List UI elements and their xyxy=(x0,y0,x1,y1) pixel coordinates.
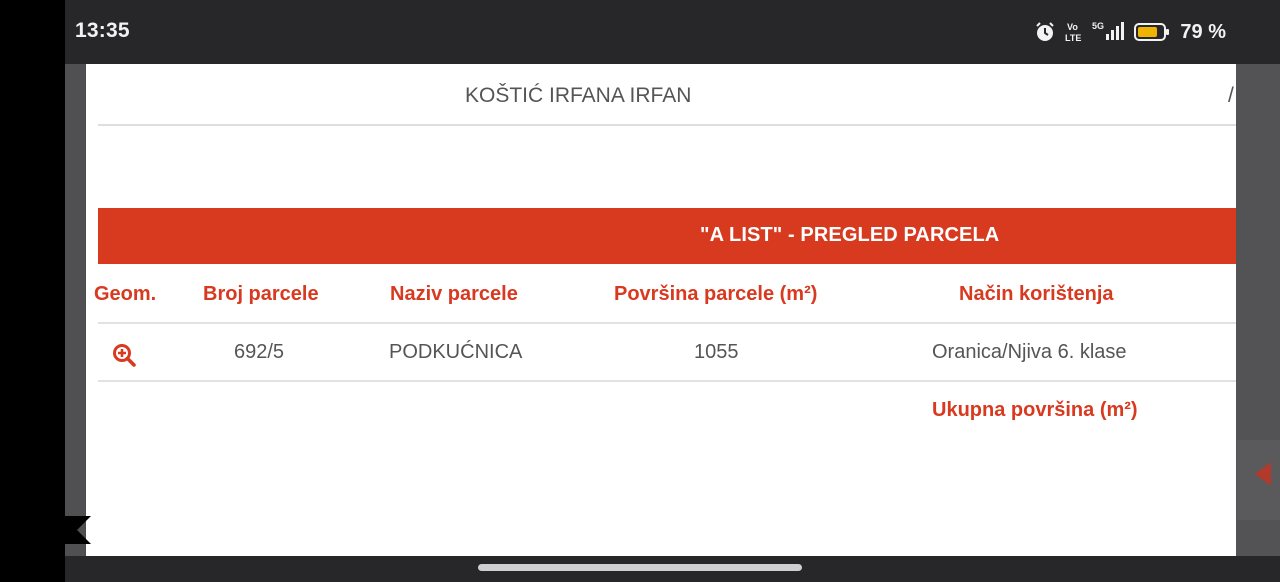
alarm-icon xyxy=(1036,22,1055,41)
status-time: 13:35 xyxy=(75,19,130,42)
chevron-left-icon[interactable] xyxy=(63,516,91,544)
svg-text:Vo: Vo xyxy=(1067,22,1078,32)
header-divider xyxy=(98,322,1236,324)
parcel-modal: KOŠTIĆ IRFANA IRFAN / "A LIST" - PREGLED… xyxy=(86,64,1236,556)
recaptcha-badge[interactable] xyxy=(1237,440,1280,520)
volte-icon: Vo LTE xyxy=(1065,22,1081,43)
svg-text:5G: 5G xyxy=(1092,21,1104,31)
5g-signal-icon: 5G xyxy=(1092,21,1125,40)
column-header-naziv-parcele: Naziv parcele xyxy=(390,283,518,305)
cell-nacin-koristenja: Oranica/Njiva 6. klase xyxy=(932,341,1127,363)
total-area-label: Ukupna površina (m²) xyxy=(932,399,1138,421)
cell-povrsina-parcele: 1055 xyxy=(694,341,739,363)
column-header-nacin-koristenja: Način korištenja xyxy=(959,283,1114,305)
zoom-in-icon[interactable] xyxy=(112,343,136,367)
owner-trailing-text: / xyxy=(1228,84,1234,107)
svg-text:LTE: LTE xyxy=(1065,33,1081,43)
column-header-broj-parcele: Broj parcele xyxy=(203,283,319,305)
gesture-handle[interactable] xyxy=(478,564,802,571)
section-title: "A LIST" - PREGLED PARCELA xyxy=(700,224,1000,246)
screen-left-edge xyxy=(0,0,65,582)
recaptcha-arrow-icon xyxy=(1255,462,1271,486)
row-divider xyxy=(98,380,1236,382)
owner-name: KOŠTIĆ IRFANA IRFAN xyxy=(465,84,692,107)
owner-row: KOŠTIĆ IRFANA IRFAN / xyxy=(98,64,1236,126)
status-bar: 13:35 Vo LTE 5G 79 % xyxy=(65,0,1280,64)
cell-broj-parcele: 692/5 xyxy=(234,341,285,363)
column-header-povrsina-parcele: Površina parcele (m²) xyxy=(614,283,818,305)
backdrop-left-strip xyxy=(65,64,85,556)
section-header: "A LIST" - PREGLED PARCELA xyxy=(98,208,1236,264)
column-header-geom: Geom. xyxy=(94,283,157,305)
status-icons: Vo LTE 5G 79 % xyxy=(1034,18,1226,46)
battery-icon xyxy=(1134,23,1170,41)
battery-percent: 79 % xyxy=(1180,20,1226,43)
navigation-bar xyxy=(65,556,1280,582)
cell-naziv-parcele: PODKUĆNICA xyxy=(389,341,523,363)
